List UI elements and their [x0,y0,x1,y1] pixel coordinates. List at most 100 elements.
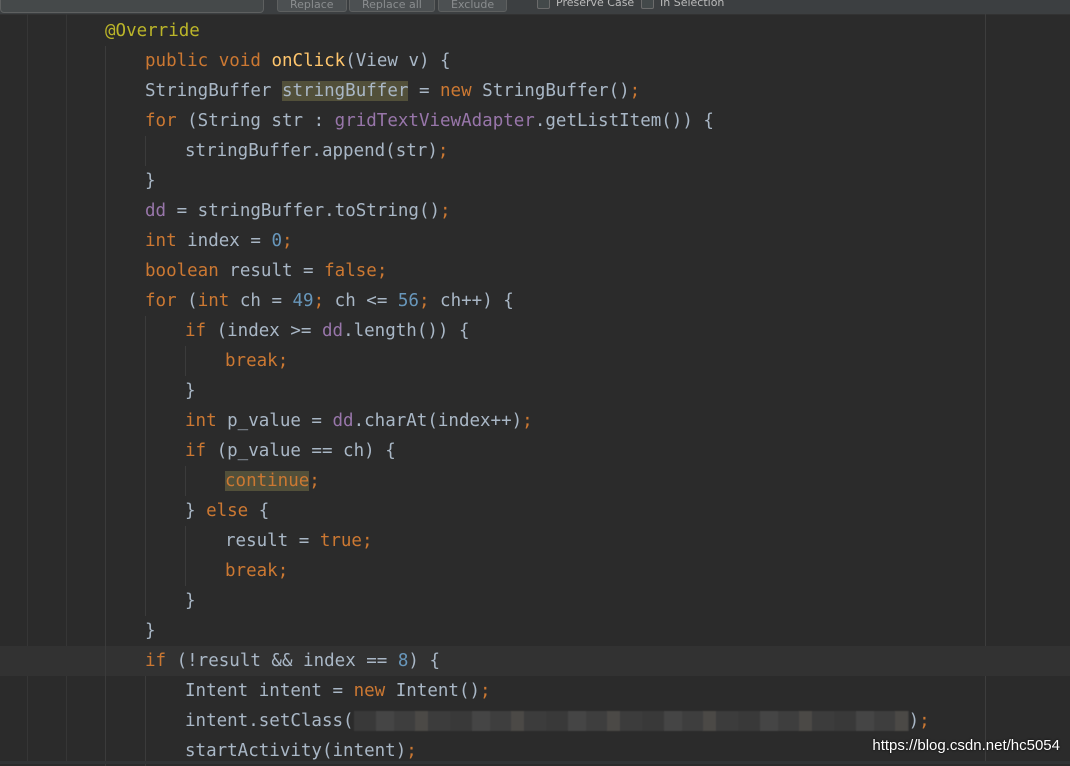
code-text: continue; [225,466,320,496]
code-line[interactable]: if (index >= dd.length()) { [0,316,1070,346]
indent-guide [105,376,106,406]
watermark: https://blog.csdn.net/hc5054 [872,737,1060,754]
code-token: dd [321,321,344,341]
code-token: (!result && index == [166,651,398,671]
code-token: stringBuffer.append(str) [185,141,438,161]
code-text: intent.setClass(); [185,706,930,736]
code-text: } else { [185,496,269,526]
indent-guide [185,466,186,496]
code-text: } [145,166,156,196]
replace-button[interactable]: Replace [277,0,347,12]
code-line[interactable]: } [0,586,1070,616]
code-line[interactable]: dd = stringBuffer.toString(); [0,196,1070,226]
code-text: for (String str : gridTextViewAdapter.ge… [145,106,714,136]
replace-all-button[interactable]: Replace all [349,0,435,12]
indent-guide [105,526,106,556]
code-token: ch = [229,291,293,311]
indent-guide [105,496,106,526]
code-token: ) [908,711,920,731]
indent-guide [105,676,106,706]
code-line[interactable]: int p_value = dd.charAt(index++); [0,406,1070,436]
exclude-button[interactable]: Exclude [438,0,508,12]
code-token: ; [418,291,441,311]
indent-guide [105,436,106,466]
code-token: ; [376,261,388,281]
code-line[interactable]: } [0,166,1070,196]
code-line[interactable]: break; [0,346,1070,376]
indent-guide [145,676,146,706]
code-line[interactable]: for (int ch = 49; ch <= 56; ch++) { [0,286,1070,316]
code-token: for [145,291,177,311]
indent-guide [145,496,146,526]
find-replace-toolbar: Replace Replace all Exclude Preserve Cas… [0,0,1070,15]
code-line[interactable]: } [0,616,1070,646]
code-token: break [225,561,278,581]
code-line[interactable]: public void onClick(View v) { [0,46,1070,76]
code-text: } [185,586,196,616]
code-token: = stringBuffer.toString() [166,201,441,221]
code-text: if (!result && index == 8) { [145,646,440,676]
code-token: ( [176,291,198,311]
code-token: } [185,501,207,521]
code-line[interactable]: continue; [0,466,1070,496]
code-token: if [185,321,207,341]
code-line-current[interactable]: if (!result && index == 8) { [0,646,1070,676]
code-line[interactable]: boolean result = false; [0,256,1070,286]
indent-guide [105,346,106,376]
code-line[interactable]: } [0,376,1070,406]
replace-input[interactable] [0,0,264,13]
code-token: Intent() [385,681,481,701]
code-token: intent.setClass( [185,711,354,731]
code-token: int [185,411,217,431]
code-token: (String str : [176,111,335,131]
checkbox-box[interactable] [641,0,654,9]
code-line[interactable]: int index = 0; [0,226,1070,256]
code-token: .charAt(index++) [353,411,523,431]
code-line[interactable]: stringBuffer.append(str); [0,136,1070,166]
code-token: ; [480,681,491,701]
preserve-case-checkbox[interactable]: Preserve Case [537,0,634,9]
indent-guide [145,376,146,406]
code-token: continue [225,471,310,491]
code-token: ch++) { [440,291,514,311]
code-line[interactable]: StringBuffer stringBuffer = new StringBu… [0,76,1070,106]
checkbox-box[interactable] [537,0,550,9]
indent-guide [145,346,146,376]
indent-guide [145,316,146,346]
code-token: new [353,681,386,701]
code-token: @Override [105,21,200,41]
code-text: int index = 0; [145,226,293,256]
indent-guide [105,556,106,586]
code-token: result = [225,531,320,551]
indent-guide [105,586,106,616]
in-selection-checkbox[interactable]: In Selection [641,0,724,9]
code-token: ; [313,291,335,311]
code-line[interactable]: intent.setClass(); [0,706,1070,736]
code-text: if (index >= dd.length()) { [185,316,470,346]
indent-guide [105,106,106,136]
indent-guide [105,406,106,436]
code-line[interactable]: for (String str : gridTextViewAdapter.ge… [0,106,1070,136]
code-token: } [145,621,156,641]
code-line[interactable]: @Override [0,16,1070,46]
code-token: 56 [397,291,419,311]
code-text: if (p_value == ch) { [185,436,396,466]
code-line[interactable]: result = true; [0,526,1070,556]
code-token: } [185,381,196,401]
code-line[interactable]: break; [0,556,1070,586]
indent-guide [145,556,146,586]
code-line[interactable]: if (p_value == ch) { [0,436,1070,466]
code-line[interactable]: } else { [0,496,1070,526]
code-token: = [408,81,441,101]
code-token: .length()) { [343,321,470,341]
indent-guide [185,526,186,556]
code-line[interactable]: Intent intent = new Intent(); [0,676,1070,706]
code-text: StringBuffer stringBuffer = new StringBu… [145,76,640,106]
code-token: StringBuffer() [471,81,630,101]
code-text: } [185,376,196,406]
code-text: break; [225,556,288,586]
code-token: ; [522,411,533,431]
code-token: (p_value == ch) { [206,441,396,461]
indent-guide [105,616,106,646]
